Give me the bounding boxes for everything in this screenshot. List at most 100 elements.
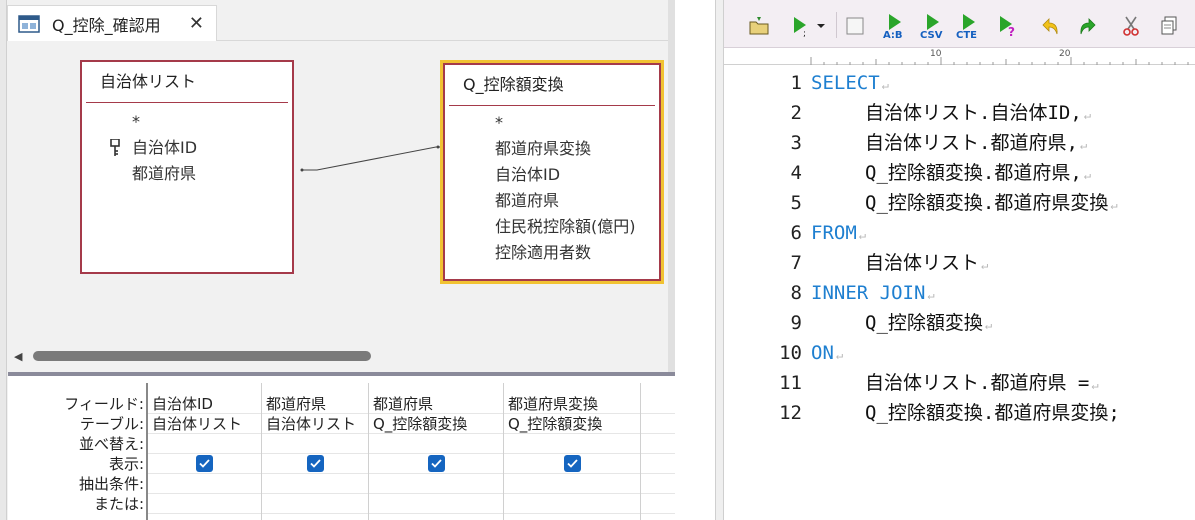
open-folder-icon[interactable] (746, 12, 772, 40)
code-line[interactable]: 11 自治体リスト.都道府県 = ↵ (724, 368, 1195, 398)
field-item[interactable]: * (82, 109, 292, 135)
close-icon[interactable]: ✕ (189, 13, 204, 34)
show-checkbox[interactable] (196, 455, 213, 472)
or-cell[interactable] (369, 494, 503, 514)
grid-column[interactable]: 都道府県変換 Q_控除額変換 (504, 383, 641, 520)
field-item[interactable]: * (445, 110, 659, 136)
code-line[interactable]: 7 自治体リスト ↵ (724, 248, 1195, 278)
criteria-cell[interactable] (504, 474, 640, 494)
show-cell[interactable] (641, 454, 675, 474)
line-text: 自治体リスト.都道府県, (865, 132, 1078, 154)
explain-icon[interactable]: ? (996, 12, 1020, 40)
table-jichitai-list[interactable]: 自治体リスト * 自治体ID 都道府県 (80, 60, 294, 274)
eol-mark: ↵ (1079, 138, 1088, 152)
field-label: 自治体ID (132, 138, 198, 157)
table-canvas: 自治体リスト * 自治体ID 都道府県 Q_控除額変換 * 都道府県変換 自治体… (8, 41, 668, 343)
field-cell[interactable]: 都道府県変換 (504, 394, 640, 414)
criteria-cell[interactable] (641, 474, 675, 494)
table-cell[interactable]: 自治体リスト (148, 414, 261, 434)
table-cell[interactable] (641, 414, 675, 434)
show-cell[interactable] (262, 454, 368, 474)
dropdown-arrow-icon[interactable] (815, 12, 827, 40)
show-cell[interactable] (369, 454, 503, 474)
field-item[interactable]: 住民税控除額(億円) (445, 214, 659, 240)
show-cell[interactable] (148, 454, 261, 474)
export-cte-icon[interactable]: CTE (953, 12, 983, 40)
query-tab[interactable]: Q_控除_確認用 ✕ (7, 5, 217, 41)
line-text: FROM (811, 222, 857, 244)
copy-icon[interactable] (1158, 12, 1180, 40)
code-line[interactable]: 2 自治体リスト.自治体ID, ↵ (724, 98, 1195, 128)
code-line[interactable]: 10 ON ↵ (724, 338, 1195, 368)
eol-mark: ↵ (835, 348, 844, 362)
run-semicolon: ; (803, 29, 806, 37)
or-cell[interactable] (148, 494, 261, 514)
show-checkbox[interactable] (563, 455, 581, 472)
field-item[interactable]: 都道府県 (82, 161, 292, 187)
or-cell[interactable] (641, 494, 675, 514)
sort-cell[interactable] (369, 434, 503, 454)
undo-icon[interactable] (1040, 12, 1062, 40)
label-field: フィールド: (64, 395, 144, 413)
eol-mark: ↵ (981, 258, 989, 272)
field-cell[interactable] (641, 394, 675, 414)
code-area[interactable]: 1 SELECT ↵ 2 自治体リスト.自治体ID, ↵ 3 自治体リスト.都道府県, ↵ 4 Q_… (724, 68, 1195, 520)
line-number: 2 (790, 102, 802, 124)
field-item[interactable]: 控除適用者数 (445, 240, 659, 266)
sort-cell[interactable] (148, 434, 261, 454)
field-cell[interactable]: 自治体ID (148, 394, 261, 414)
field-cell[interactable]: 都道府県 (369, 394, 503, 414)
export-ab-icon[interactable]: A:B (879, 12, 909, 40)
field-item[interactable]: 自治体ID (445, 162, 659, 188)
line-text: INNER JOIN (811, 282, 926, 304)
stop-icon[interactable] (844, 12, 866, 40)
show-cell[interactable] (504, 454, 640, 474)
table-cell[interactable]: 自治体リスト (262, 414, 368, 434)
cut-icon[interactable] (1120, 12, 1142, 40)
sql-editor: ; A:B CSV CTE ? 10 20 1 SELECT ↵ 2 自治体リス… (724, 0, 1195, 520)
or-cell[interactable] (262, 494, 368, 514)
show-checkbox[interactable] (306, 455, 324, 472)
toolbar-separator (836, 12, 837, 38)
csv-label: CSV (920, 30, 943, 39)
table-cell[interactable]: Q_控除額変換 (504, 414, 640, 434)
field-cell[interactable]: 都道府県 (262, 394, 368, 414)
field-item[interactable]: 都道府県変換 (445, 136, 659, 162)
horizontal-scrollbar[interactable]: ◀ (8, 345, 668, 367)
line-number: 8 (790, 282, 802, 304)
grid-column[interactable]: 自治体ID 自治体リスト (148, 383, 262, 520)
code-line[interactable]: 8 INNER JOIN ↵ (724, 278, 1195, 308)
sort-cell[interactable] (641, 434, 675, 454)
sql-text: Q_控除額変換.都道府県変換; (865, 398, 1120, 428)
show-checkbox[interactable] (427, 455, 445, 472)
table-q-koujo-henkan[interactable]: Q_控除額変換 * 都道府県変換 自治体ID 都道府県 住民税控除額(億円) 控… (443, 63, 661, 281)
sort-cell[interactable] (262, 434, 368, 454)
code-line[interactable]: 1 SELECT ↵ (724, 68, 1195, 98)
field-item[interactable]: 都道府県 (445, 188, 659, 214)
code-line[interactable]: 9 Q_控除額変換 ↵ (724, 308, 1195, 338)
code-line[interactable]: 6 FROM ↵ (724, 218, 1195, 248)
scroll-left-icon[interactable]: ◀ (14, 350, 22, 363)
code-line[interactable]: 3 自治体リスト.都道府県, ↵ (724, 128, 1195, 158)
export-csv-icon[interactable]: CSV (917, 12, 947, 40)
code-line[interactable]: 5 Q_控除額変換.都道府県変換 ↵ (724, 188, 1195, 218)
window-divider (715, 0, 724, 520)
grid-column-empty[interactable] (641, 383, 675, 520)
field-item[interactable]: 自治体ID (82, 135, 292, 161)
scroll-thumb[interactable] (33, 351, 371, 361)
grid-column[interactable]: 都道府県 自治体リスト (262, 383, 369, 520)
sort-cell[interactable] (504, 434, 640, 454)
code-line[interactable]: 12 Q_控除額変換.都道府県変換; (724, 398, 1195, 428)
run-icon[interactable]: ; (790, 12, 812, 40)
table-cell[interactable]: Q_控除額変換 (369, 414, 503, 434)
table-title: Q_控除額変換 (463, 75, 564, 94)
line-text: Q_控除額変換.都道府県変換 (865, 192, 1109, 214)
code-line[interactable]: 4 Q_控除額変換.都道府県, ↵ (724, 158, 1195, 188)
criteria-cell[interactable] (369, 474, 503, 494)
ruler-ticks (810, 57, 1189, 65)
criteria-cell[interactable] (262, 474, 368, 494)
grid-column[interactable]: 都道府県 Q_控除額変換 (369, 383, 504, 520)
criteria-cell[interactable] (148, 474, 261, 494)
redo-icon[interactable] (1076, 12, 1098, 40)
or-cell[interactable] (504, 494, 640, 514)
